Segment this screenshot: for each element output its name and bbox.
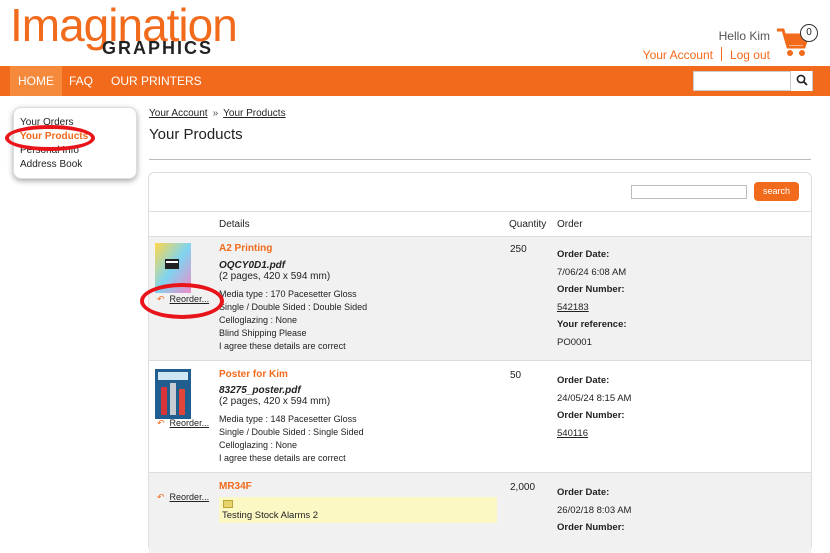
highlight-circle-sidebar xyxy=(5,125,95,151)
table-row: ↶ Reorder... MR34F Testing Stock Alarms 2… xyxy=(149,473,811,553)
quantity-value: 250 xyxy=(510,244,527,255)
table-row: ↶ Reorder... A2 Printing OQCY0D1.pdf (2 p… xyxy=(149,237,811,361)
header-details: Details xyxy=(219,219,250,230)
reference-label: Your reference: xyxy=(557,319,627,330)
logo[interactable]: Imagination GRAPHICS xyxy=(10,2,238,58)
product-option: I agree these details are correct xyxy=(219,453,346,463)
divider xyxy=(149,159,811,160)
nav-home[interactable]: HOME xyxy=(10,66,62,96)
note-text: Testing Stock Alarms 2 xyxy=(222,510,319,521)
account-area: Hello Kim Your Account Log out xyxy=(643,29,770,62)
product-option: I agree these details are correct xyxy=(219,341,346,351)
order-date-value: 7/06/24 6:08 AM xyxy=(557,267,627,278)
product-note: Testing Stock Alarms 2 xyxy=(219,497,497,523)
order-number-link[interactable]: 540116 xyxy=(557,428,588,439)
product-search-button[interactable]: search xyxy=(754,182,799,201)
order-date-label: Order Date: xyxy=(557,249,610,260)
undo-arrow-icon: ↶ xyxy=(157,492,165,502)
product-option: Celloglazing : None xyxy=(219,315,298,325)
nav-faq[interactable]: FAQ xyxy=(61,66,101,96)
site-search-input[interactable] xyxy=(693,71,813,91)
greeting: Hello Kim xyxy=(718,29,770,43)
product-pages: (2 pages, 420 x 594 mm) xyxy=(219,271,331,282)
breadcrumb-your-products[interactable]: Your Products xyxy=(223,108,285,119)
breadcrumb-separator: » xyxy=(212,108,219,119)
header: Imagination GRAPHICS Hello Kim Your Acco… xyxy=(0,0,830,66)
search-icon xyxy=(796,74,808,86)
main-nav: HOME FAQ OUR PRINTERS xyxy=(0,66,830,96)
table-header: Details Quantity Order xyxy=(149,211,811,237)
product-name-link[interactable]: Poster for Kim xyxy=(219,369,288,380)
reorder-link[interactable]: ↶ Reorder... xyxy=(157,492,209,503)
order-date-value: 26/02/18 8:03 AM xyxy=(557,505,632,516)
product-option: Celloglazing : None xyxy=(219,440,298,450)
cart-button[interactable]: 0 xyxy=(776,24,818,60)
divider xyxy=(720,47,722,61)
product-option: Blind Shipping Please xyxy=(219,328,307,338)
products-panel: search Details Quantity Order ↶ Reorder..… xyxy=(148,172,812,553)
order-number-label: Order Number: xyxy=(557,522,625,533)
order-number-label: Order Number: xyxy=(557,410,625,421)
highlight-circle-reorder xyxy=(140,283,224,319)
product-search-input[interactable] xyxy=(631,185,747,199)
product-option: Media type : 148 Pacesetter Gloss xyxy=(219,414,357,424)
logout-link[interactable]: Log out xyxy=(730,48,770,62)
order-date-label: Order Date: xyxy=(557,375,610,386)
header-order: Order xyxy=(557,219,583,230)
nav-our-printers[interactable]: OUR PRINTERS xyxy=(103,66,210,96)
page-title: Your Products xyxy=(149,126,243,143)
undo-arrow-icon: ↶ xyxy=(157,418,165,428)
product-thumbnail[interactable] xyxy=(155,369,191,419)
order-number-label: Order Number: xyxy=(557,284,625,295)
sidebar-item-address-book[interactable]: Address Book xyxy=(20,158,130,172)
order-date-label: Order Date: xyxy=(557,487,610,498)
logo-sub-text: GRAPHICS xyxy=(102,38,214,58)
product-pages: (2 pages, 420 x 594 mm) xyxy=(219,396,331,407)
breadcrumb: Your Account » Your Products xyxy=(149,108,286,119)
header-quantity: Quantity xyxy=(509,219,547,230)
product-option: Single / Double Sided : Double Sided xyxy=(219,302,368,312)
product-file: 83275_poster.pdf xyxy=(219,385,301,396)
site-search-button[interactable] xyxy=(790,71,812,91)
breadcrumb-your-account[interactable]: Your Account xyxy=(149,108,208,119)
reorder-link[interactable]: ↶ Reorder... xyxy=(157,418,209,429)
your-account-link[interactable]: Your Account xyxy=(643,48,713,62)
quantity-value: 2,000 xyxy=(510,482,536,493)
reference-value: PO0001 xyxy=(557,337,592,348)
cart-count-badge: 0 xyxy=(800,24,818,42)
quantity-value: 50 xyxy=(510,370,522,381)
table-row: ↶ Reorder... Poster for Kim 83275_poster.… xyxy=(149,361,811,473)
order-number-link[interactable]: 542183 xyxy=(557,302,589,313)
note-icon xyxy=(223,500,233,508)
product-option: Single / Double Sided : Single Sided xyxy=(219,427,364,437)
product-name-link[interactable]: A2 Printing xyxy=(219,243,272,254)
product-option: Media type : 170 Pacesetter Gloss xyxy=(219,289,357,299)
order-date-value: 24/05/24 8:15 AM xyxy=(557,393,632,404)
product-name-link[interactable]: MR34F xyxy=(219,481,252,492)
product-file: OQCY0D1.pdf xyxy=(219,260,286,271)
